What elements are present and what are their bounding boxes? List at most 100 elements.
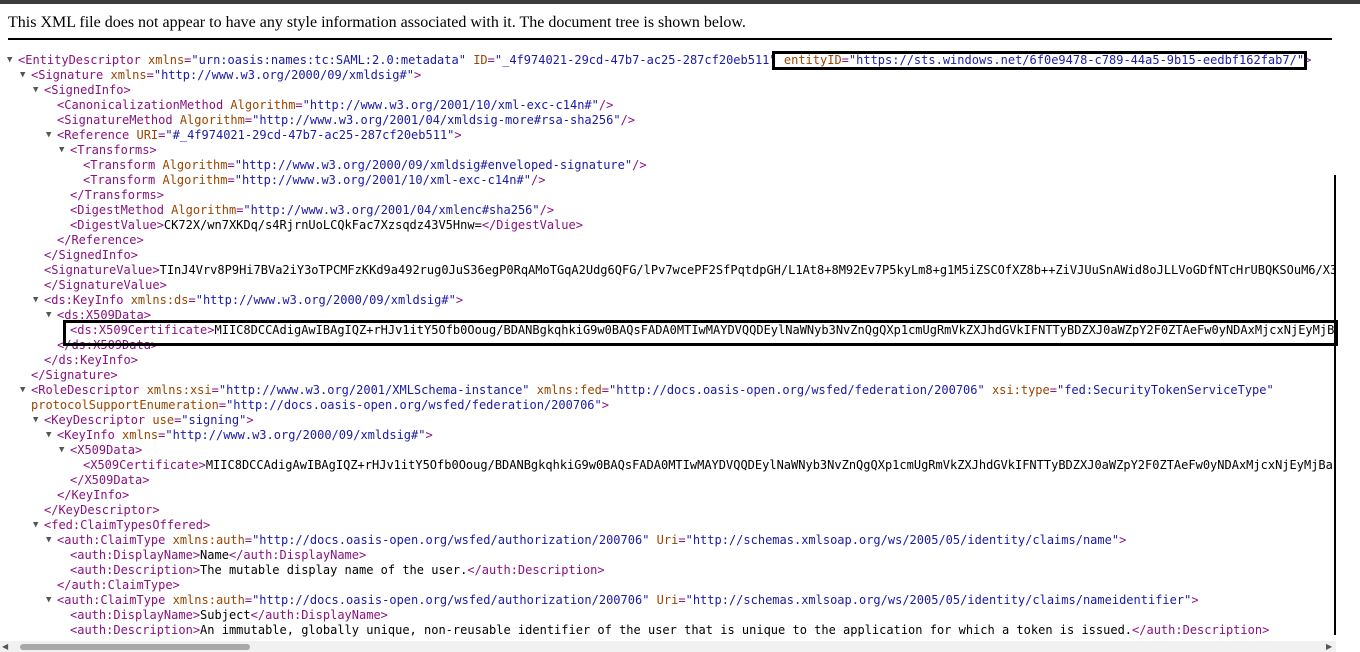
xml-line-content: <SignedInfo> bbox=[44, 83, 131, 98]
xml-line-content: <SignatureMethod Algorithm="http://www.w… bbox=[57, 113, 635, 128]
xml-line: ▼ <RoleDescriptor xmlns:xsi="http://www.w… bbox=[0, 383, 1336, 398]
xml-attribute-name: xmlns bbox=[122, 428, 159, 442]
xml-line: <SignatureValue>TInJ4Vrv8P9Hi7BVa2iY3oTP… bbox=[0, 263, 1336, 278]
xml-line-content: <Transforms> bbox=[70, 143, 157, 158]
xml-line-content: <auth:ClaimType xmlns:auth="http://docs.… bbox=[57, 533, 1126, 548]
xml-text: Subject bbox=[200, 608, 251, 622]
xml-tag: /> bbox=[620, 113, 636, 127]
xml-tag: = bbox=[227, 158, 235, 172]
xml-line-content: <ds:X509Data> bbox=[57, 308, 151, 323]
xml-line: protocolSupportEnumeration="http://docs.… bbox=[0, 398, 1336, 413]
collapse-toggle-icon[interactable]: ▼ bbox=[59, 443, 64, 458]
xml-line-content: </SignatureValue> bbox=[44, 278, 167, 293]
collapse-toggle-icon[interactable]: ▼ bbox=[59, 143, 64, 158]
xml-line: </Transforms> bbox=[0, 188, 1336, 203]
xml-attribute-value: "http://www.w3.org/2001/04/xmldsig-more#… bbox=[252, 113, 621, 127]
xml-tag: > bbox=[455, 293, 464, 307]
xml-attribute-value: "http://schemas.xmlsoap.org/ws/2005/05/i… bbox=[685, 593, 1192, 607]
collapse-toggle-icon[interactable]: ▼ bbox=[46, 128, 51, 143]
xml-line: </auth:ClaimType> bbox=[0, 578, 1336, 593]
xml-attribute-value: "http://docs.oasis-open.org/wsfed/federa… bbox=[226, 398, 602, 412]
xml-line: ▼ <ds:X509Data> bbox=[0, 308, 1336, 323]
xml-line: ▼ <Signature xmlns="http://www.w3.org/200… bbox=[0, 68, 1336, 83]
xml-line-content: </Signature> bbox=[31, 368, 118, 383]
collapse-toggle-icon[interactable]: ▼ bbox=[20, 383, 25, 398]
xml-tag: <auth:DisplayName> bbox=[70, 548, 201, 562]
scrollbar-thumb[interactable] bbox=[20, 644, 250, 650]
xml-line: </Reference> bbox=[0, 233, 1336, 248]
xml-line: <auth:Description>The mutable display na… bbox=[0, 563, 1336, 578]
xml-tag: > bbox=[1191, 593, 1199, 607]
xml-tag: </auth:Description> bbox=[1132, 623, 1270, 637]
xml-line-content: <Transform Algorithm="http://www.w3.org/… bbox=[83, 158, 647, 173]
collapse-toggle-icon[interactable]: ▼ bbox=[33, 413, 38, 428]
xml-line-content: <Signature xmlns="http://www.w3.org/2000… bbox=[31, 68, 421, 83]
xml-tag: = bbox=[487, 53, 495, 67]
xml-tag: <EntityDescriptor bbox=[18, 53, 149, 67]
xml-line: </SignedInfo> bbox=[0, 248, 1336, 263]
xml-attribute-name: xsi:type bbox=[991, 383, 1050, 397]
xml-attribute-value: "http://www.w3.org/2000/09/xmldsig#" bbox=[153, 68, 414, 82]
xml-attribute-value: "http://www.w3.org/2001/04/xmlenc#sha256… bbox=[243, 203, 540, 217]
xml-line-content: <KeyDescriptor use="signing"> bbox=[44, 413, 254, 428]
xml-tag: <Reference bbox=[57, 128, 137, 142]
collapse-toggle-icon[interactable]: ▼ bbox=[46, 308, 51, 323]
xml-line: <auth:Description>An immutable, globally… bbox=[0, 623, 1336, 638]
xml-attribute-value: "http://www.w3.org/2001/10/xml-exc-c14n#… bbox=[302, 98, 599, 112]
xml-tag: = bbox=[601, 383, 610, 397]
collapse-toggle-icon[interactable]: ▼ bbox=[33, 83, 38, 98]
collapse-toggle-icon[interactable]: ▼ bbox=[46, 593, 51, 608]
xml-tag: = bbox=[244, 593, 253, 607]
xml-attribute-value: "https://sts.windows.net/6f0e9478-c789-4… bbox=[848, 53, 1305, 67]
xml-tag: > bbox=[601, 398, 609, 412]
collapse-toggle-icon[interactable]: ▼ bbox=[20, 68, 25, 83]
xml-tag: </KeyInfo> bbox=[57, 488, 130, 502]
xml-line: </ds:X509Data> bbox=[0, 338, 1336, 353]
xml-line: </X509Data> bbox=[0, 473, 1336, 488]
xml-text bbox=[649, 533, 656, 547]
xml-line-content: <auth:Description>An immutable, globally… bbox=[70, 623, 1269, 638]
xml-tag: </auth:Description> bbox=[467, 563, 605, 577]
xml-line-content: </ds:X509Data> bbox=[57, 338, 158, 353]
xml-tag: <fed:ClaimTypesOffered> bbox=[44, 518, 211, 532]
xml-line: <Transform Algorithm="http://www.w3.org/… bbox=[0, 173, 1336, 188]
xml-line: <SignatureMethod Algorithm="http://www.w… bbox=[0, 113, 1336, 128]
xml-attribute-name: xmlns:auth bbox=[172, 533, 245, 547]
xml-line: <auth:DisplayName>Name</auth:DisplayName… bbox=[0, 548, 1336, 563]
xml-tag: = bbox=[211, 383, 219, 397]
xml-attribute-name: ID bbox=[473, 53, 488, 67]
xml-attribute-value: "http://schemas.xmlsoap.org/ws/2005/05/i… bbox=[685, 533, 1120, 547]
right-edge-line bbox=[1334, 175, 1336, 635]
xml-attribute-name: xmlns bbox=[148, 53, 185, 67]
xml-line-content: <DigestValue>CK72X/wn7XKDq/s4RjrnUoLCQkF… bbox=[70, 218, 583, 233]
xml-tag: = bbox=[218, 398, 227, 412]
xml-line: ▼ <auth:ClaimType xmlns:auth="http://docs… bbox=[0, 593, 1336, 608]
xml-tag: <KeyInfo bbox=[57, 428, 123, 442]
xml-text bbox=[530, 383, 537, 397]
xml-attribute-value: "http://www.w3.org/2000/09/xmldsig#" bbox=[195, 293, 456, 307]
xml-line: </ds:KeyInfo> bbox=[0, 353, 1336, 368]
collapse-toggle-icon[interactable]: ▼ bbox=[46, 428, 51, 443]
scroll-right-icon[interactable]: ▶ bbox=[1326, 642, 1332, 651]
collapse-toggle-icon[interactable]: ▼ bbox=[46, 533, 51, 548]
collapse-toggle-icon[interactable]: ▼ bbox=[33, 518, 38, 533]
xml-tag: <Transform bbox=[83, 158, 163, 172]
xml-tag: <ds:X509Data> bbox=[57, 308, 151, 322]
collapse-toggle-icon[interactable]: ▼ bbox=[33, 293, 38, 308]
scroll-left-icon[interactable]: ◀ bbox=[2, 642, 8, 651]
xml-line-content: <KeyInfo xmlns="http://www.w3.org/2000/0… bbox=[57, 428, 433, 443]
xml-text: Name bbox=[200, 548, 229, 562]
xml-line-content: <auth:DisplayName>Name</auth:DisplayName… bbox=[70, 548, 366, 563]
xml-tag: <auth:ClaimType bbox=[57, 533, 173, 547]
xml-text bbox=[985, 383, 992, 397]
xml-tag: > bbox=[246, 413, 254, 427]
xml-text bbox=[649, 593, 656, 607]
xml-attribute-name: Algorithm bbox=[162, 173, 228, 187]
xml-text: An immutable, globally unique, non-reusa… bbox=[200, 623, 1133, 637]
xml-line-content: <ds:KeyInfo xmlns:ds="http://www.w3.org/… bbox=[44, 293, 463, 308]
xml-attribute-value: "#_4f974021-29cd-47b7-ac25-287cf20eb511" bbox=[165, 128, 455, 142]
collapse-toggle-icon[interactable]: ▼ bbox=[7, 53, 12, 68]
xml-text: The mutable display name of the user. bbox=[200, 563, 468, 577]
xml-tag: </Reference> bbox=[57, 233, 144, 247]
xml-tag: <DigestMethod bbox=[70, 203, 172, 217]
